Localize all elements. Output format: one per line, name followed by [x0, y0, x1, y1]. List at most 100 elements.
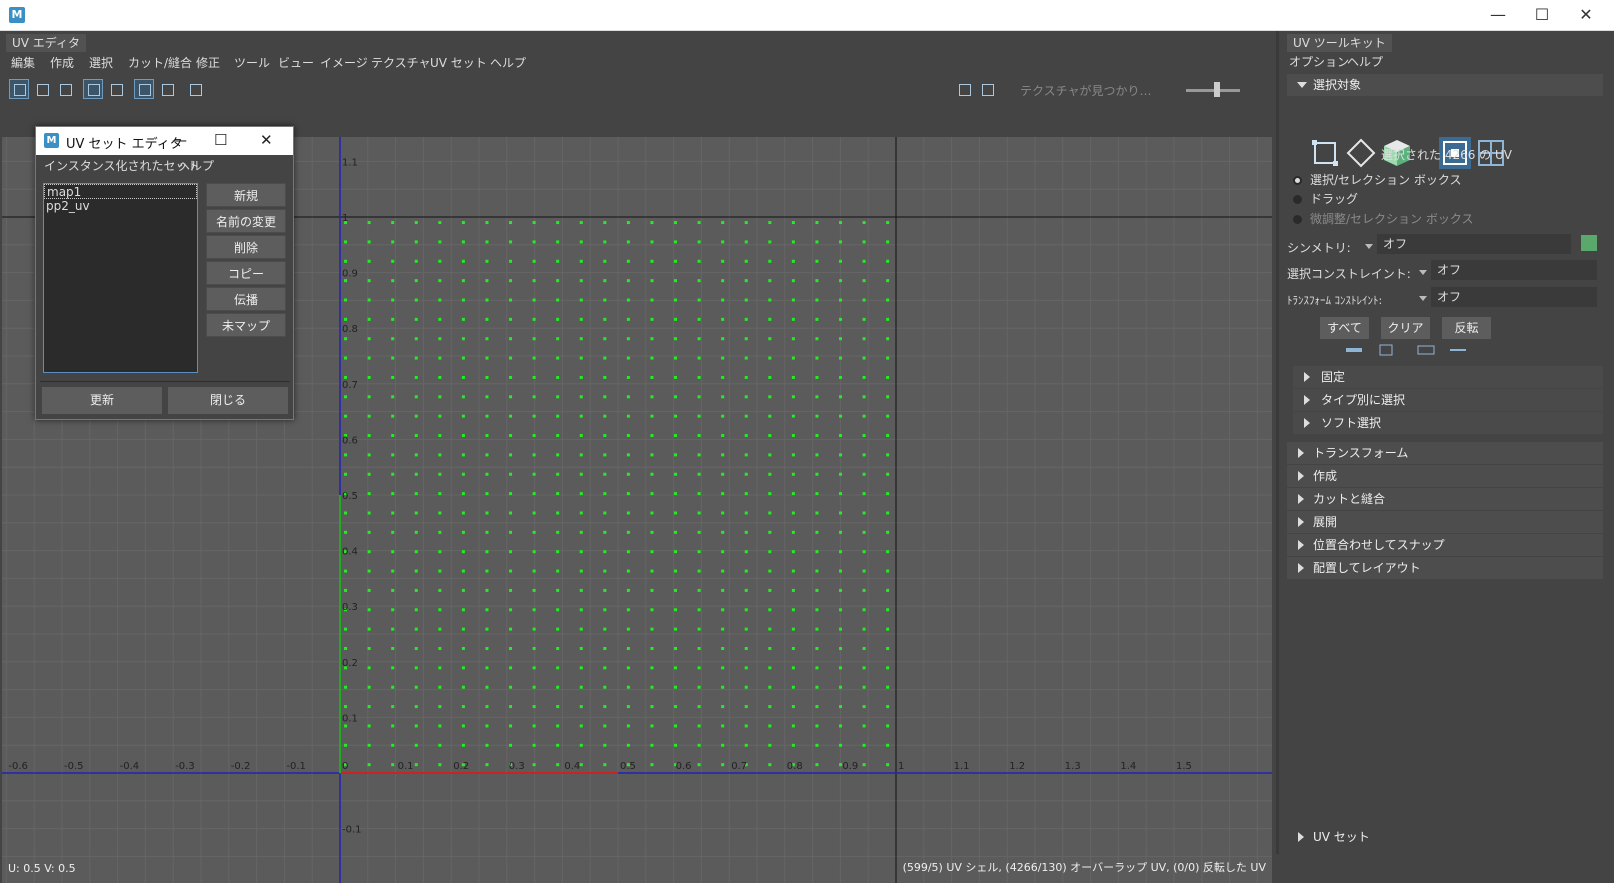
image-icon[interactable] — [954, 79, 974, 99]
minimize-button[interactable]: — — [1476, 0, 1520, 30]
select-shell-border-icon[interactable] — [1449, 343, 1467, 357]
shrink-selection-icon[interactable] — [1377, 343, 1395, 357]
maximize-button[interactable]: ☐ — [1520, 0, 1564, 30]
dialog-minimize-button[interactable]: — — [172, 131, 187, 149]
uv-point — [768, 356, 772, 360]
transform-constraint-dropdown-icon[interactable] — [1419, 296, 1427, 301]
update-button[interactable]: 更新 — [42, 387, 162, 414]
radio-select-box[interactable]: 選択/セレクション ボックス — [1293, 171, 1462, 188]
close-dialog-button[interactable]: 閉じる — [168, 387, 288, 414]
uv-point — [862, 279, 866, 283]
menu-tools[interactable]: ツール — [234, 54, 270, 71]
texture-selector[interactable]: テクスチャが見つかり… — [1020, 82, 1152, 99]
camera-icon[interactable] — [185, 79, 205, 99]
uv-point — [579, 434, 583, 438]
checker-icon[interactable] — [83, 79, 103, 99]
uv-point — [768, 608, 772, 612]
section-uv-sets[interactable]: UV セット — [1287, 826, 1603, 848]
menu-image[interactable]: イメージ — [320, 54, 368, 71]
uv-point — [485, 434, 489, 438]
select-all-button[interactable]: すべて — [1320, 317, 1369, 339]
uv-point — [391, 472, 395, 476]
select-constraint-dropdown-icon[interactable] — [1419, 270, 1427, 275]
uv-set-list[interactable]: map1 pp2_uv — [43, 183, 198, 373]
wireframe-icon[interactable] — [106, 79, 126, 99]
menu-modify[interactable]: 修正 — [196, 54, 220, 71]
menu-help[interactable]: ヘルプ — [178, 157, 214, 174]
exposure-slider-knob[interactable] — [1214, 82, 1220, 97]
uv-point — [556, 453, 560, 457]
uv-point — [579, 240, 583, 244]
uv-point — [768, 666, 772, 670]
dialog-close-button[interactable]: ✕ — [260, 131, 273, 149]
menu-edit[interactable]: 編集 — [11, 54, 35, 71]
dialog-maximize-button[interactable]: ☐ — [214, 131, 227, 149]
uv-point — [509, 705, 513, 709]
section-align-snap[interactable]: 位置合わせしてスナップ — [1287, 534, 1603, 556]
section-arrange-layout[interactable]: 配置してレイアウト — [1287, 557, 1603, 579]
uv-stack-icon[interactable] — [55, 79, 75, 99]
new-button[interactable]: 新規 — [206, 183, 286, 207]
uv-point — [768, 724, 772, 728]
uv-point — [603, 530, 607, 534]
menu-uv-set[interactable]: UV セット — [430, 54, 487, 71]
uv-point — [674, 298, 678, 302]
clear-selection-button[interactable]: クリア — [1381, 317, 1430, 339]
uv-point — [674, 356, 678, 360]
uv-toolkit-tab[interactable]: UV ツールキット — [1287, 34, 1392, 52]
menu-cut-sew[interactable]: カット/縫合 — [128, 54, 192, 71]
uv-point — [485, 279, 489, 283]
uv-point — [344, 511, 348, 515]
symmetry-axis-icon[interactable] — [1581, 235, 1597, 251]
uv-editor-tab[interactable]: UV エディタ — [6, 34, 86, 52]
grow-selection-icon[interactable] — [1345, 343, 1363, 357]
list-item[interactable]: map1 — [44, 184, 197, 199]
grid-icon[interactable] — [134, 79, 154, 99]
unmap-button[interactable]: 未マップ — [206, 313, 286, 337]
uv-point — [815, 511, 819, 515]
subsection-soft-select[interactable]: ソフト選択 — [1293, 412, 1603, 434]
radio-drag[interactable]: ドラッグ — [1293, 190, 1358, 207]
uv-point — [721, 298, 725, 302]
shade-icon[interactable] — [157, 79, 177, 99]
copy-button[interactable]: コピー — [206, 261, 286, 285]
uv-point — [791, 492, 795, 496]
uv-point — [650, 724, 654, 728]
menu-help[interactable]: ヘルプ — [1347, 53, 1383, 70]
subsection-pin[interactable]: 固定 — [1293, 366, 1603, 388]
uv-point — [744, 724, 748, 728]
section-transform[interactable]: トランスフォーム — [1287, 442, 1603, 464]
symmetry-dropdown-icon[interactable] — [1365, 244, 1373, 249]
delete-button[interactable]: 削除 — [206, 235, 286, 259]
uv-shell-icon[interactable] — [32, 79, 52, 99]
rename-button[interactable]: 名前の変更 — [206, 209, 286, 233]
uv-point — [485, 705, 489, 709]
subsection-select-by-type[interactable]: タイプ別に選択 — [1293, 389, 1603, 411]
select-constraint-field[interactable]: オフ — [1431, 260, 1597, 280]
select-border-icon[interactable] — [1417, 343, 1435, 357]
section-selection[interactable]: 選択対象 — [1287, 74, 1603, 96]
section-create[interactable]: 作成 — [1287, 465, 1603, 487]
exposure-slider[interactable] — [1186, 89, 1240, 92]
menu-instanced-sets[interactable]: インスタンス化されたセット — [44, 157, 200, 174]
propagate-button[interactable]: 伝播 — [206, 287, 286, 311]
symmetry-field[interactable]: オフ — [1377, 234, 1571, 254]
close-button[interactable]: ✕ — [1564, 0, 1608, 30]
uv-point — [626, 240, 630, 244]
list-item[interactable]: pp2_uv — [44, 199, 197, 214]
checker-pattern-icon[interactable] — [977, 79, 997, 99]
menu-view[interactable]: ビュー — [278, 54, 314, 71]
section-cut-sew[interactable]: カットと縫合 — [1287, 488, 1603, 510]
uv-point — [815, 434, 819, 438]
transform-constraint-field[interactable]: オフ — [1431, 287, 1597, 307]
menu-select[interactable]: 選択 — [89, 54, 113, 71]
menu-help[interactable]: ヘルプ — [490, 54, 526, 71]
invert-selection-button[interactable]: 反転 — [1442, 317, 1491, 339]
menu-create[interactable]: 作成 — [50, 54, 74, 71]
section-unfold[interactable]: 展開 — [1287, 511, 1603, 533]
radio-tweak-box[interactable]: 微調整/セレクション ボックス — [1293, 210, 1474, 227]
uv-point — [839, 550, 843, 554]
menu-options[interactable]: オプション — [1289, 53, 1349, 70]
uv-layout-icon[interactable] — [9, 79, 29, 99]
menu-texture[interactable]: テクスチャ — [371, 54, 431, 71]
